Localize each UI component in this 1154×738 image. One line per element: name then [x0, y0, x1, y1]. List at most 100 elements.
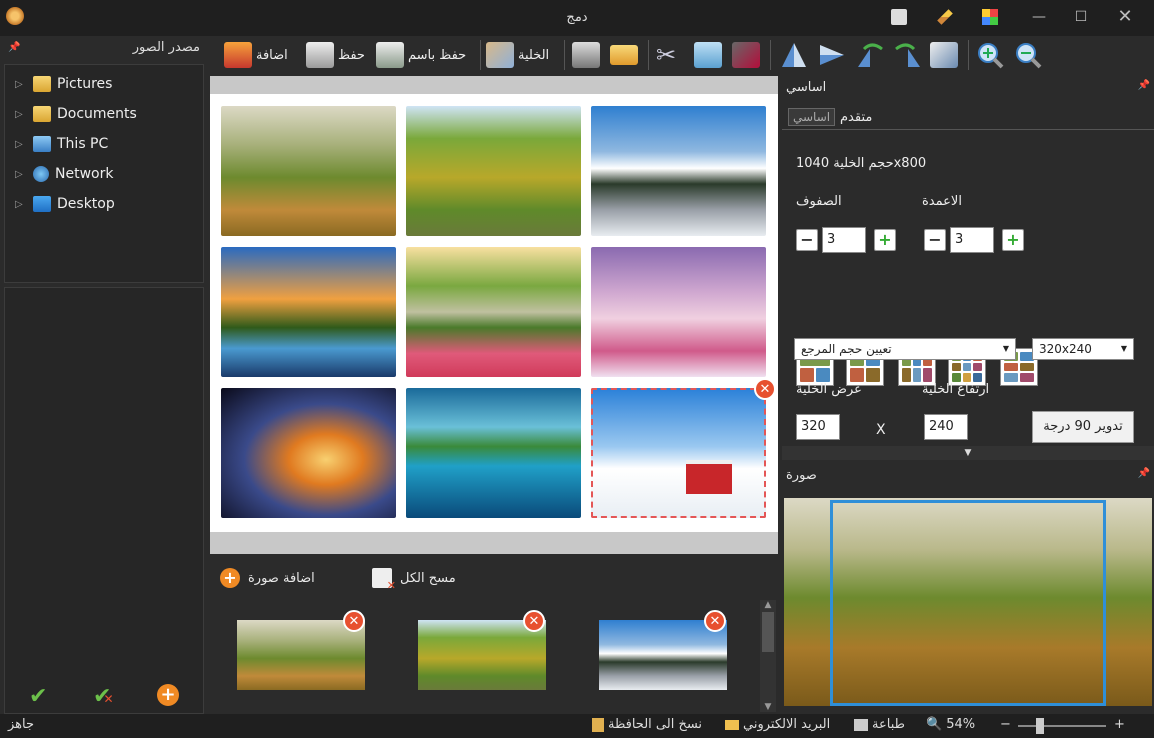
add-button[interactable]: اضافة	[224, 38, 288, 72]
add-button-label: اضافة	[256, 47, 288, 63]
collage-cell[interactable]	[591, 106, 766, 236]
save-button[interactable]: حفظ	[306, 38, 365, 72]
crop-button[interactable]	[732, 38, 760, 72]
rows-increase-button[interactable]: +	[874, 229, 896, 251]
rotate-right-button[interactable]	[892, 38, 922, 72]
rotate-right-icon	[895, 43, 920, 67]
tree-item-network[interactable]: ▷ Network	[5, 159, 203, 189]
file-list-panel: ✔ ✔✕ +	[4, 287, 204, 714]
collage-cell[interactable]	[591, 247, 766, 377]
status-ready: جاهز	[8, 717, 35, 732]
size-preset-select[interactable]: 320x240 ▼	[1032, 338, 1134, 360]
maximize-button[interactable]: ☐	[1066, 6, 1096, 28]
zoom-slider-track[interactable]	[1018, 718, 1106, 734]
scroll-down-icon[interactable]: ▼	[760, 702, 776, 712]
remove-cell-icon[interactable]: ✕	[754, 378, 776, 400]
zoom-in-plus[interactable]: +	[1114, 717, 1125, 732]
cell-height-input[interactable]: 240	[924, 414, 968, 440]
zoom-in-button[interactable]	[976, 38, 1004, 72]
tree-item-label: This PC	[57, 136, 109, 152]
tree-item-documents[interactable]: ▷ Documents	[5, 99, 203, 129]
collage-cell[interactable]	[221, 106, 396, 236]
barn-shape	[686, 460, 732, 494]
desktop-icon	[33, 196, 51, 212]
cell-width-input[interactable]: 320	[796, 414, 840, 440]
toolbar-separator	[648, 40, 649, 70]
rotate-left-button[interactable]	[856, 38, 886, 72]
crop-selection-box[interactable]	[830, 500, 1106, 706]
cols-increase-button[interactable]: +	[1002, 229, 1024, 251]
tree-item-pictures[interactable]: ▷ Pictures	[5, 69, 203, 99]
rows-input[interactable]: 3	[822, 227, 866, 253]
remove-thumbnail-icon[interactable]: ✕	[523, 610, 545, 632]
email-button[interactable]	[610, 38, 638, 72]
cols-input[interactable]: 3	[950, 227, 994, 253]
add-circle-icon[interactable]: +	[157, 684, 179, 706]
remove-thumbnail-icon[interactable]: ✕	[704, 610, 726, 632]
email-status-button[interactable]: البريد الالكتروني	[725, 717, 830, 732]
cols-label: الاعمدة	[922, 194, 962, 209]
pin-icon[interactable]: 📌	[8, 36, 20, 60]
cols-decrease-button[interactable]: −	[924, 229, 946, 251]
copy-button[interactable]	[694, 38, 722, 72]
cut-button[interactable]: ✂	[656, 38, 676, 72]
selected-collage-cell[interactable]	[591, 388, 766, 518]
toolbar-separator	[480, 40, 481, 70]
clear-all-button[interactable]: ✕ مسح الكل	[372, 568, 456, 592]
pin-icon[interactable]: 📌	[1138, 80, 1150, 100]
strip-thumbnail[interactable]	[599, 620, 727, 690]
expand-arrow-icon[interactable]: ▷	[15, 79, 29, 90]
section-title: اساسي	[786, 80, 827, 95]
scroll-up-icon[interactable]: ▲	[760, 600, 776, 610]
rotate-90-button[interactable]: تدوير 90 درجة	[1032, 411, 1134, 443]
tree-item-desktop[interactable]: ▷ Desktop	[5, 189, 203, 219]
scroll-thumb[interactable]	[762, 612, 774, 652]
strip-scrollbar[interactable]: ▲ ▼	[760, 600, 776, 712]
document-icon[interactable]	[891, 9, 907, 25]
save-button-label: حفظ	[338, 47, 365, 63]
rows-decrease-button[interactable]: −	[796, 229, 818, 251]
tree-item-this-pc[interactable]: ▷ This PC	[5, 129, 203, 159]
check-icon[interactable]: ✔	[29, 684, 47, 709]
expand-arrow-icon[interactable]: ▷	[15, 139, 29, 150]
close-button[interactable]: ✕	[1110, 6, 1140, 28]
tab-advanced[interactable]: متقدم	[840, 110, 872, 125]
tab-basic[interactable]: اساسي	[788, 108, 836, 126]
expand-arrow-icon[interactable]: ▷	[15, 169, 29, 180]
collage-cell[interactable]	[221, 388, 396, 518]
strip-thumbnail[interactable]	[237, 620, 365, 690]
cell-width-label: عرض الخلية	[796, 382, 862, 397]
copy-to-clipboard-button[interactable]: نسخ الى الحافظة	[592, 717, 702, 732]
paint-button[interactable]	[930, 38, 958, 72]
color-palette-icon[interactable]	[982, 9, 998, 25]
collage-cell[interactable]	[406, 388, 581, 518]
minimize-button[interactable]: —	[1024, 6, 1054, 28]
check-cross-icon[interactable]: ✔✕	[93, 684, 114, 709]
image-preview[interactable]	[784, 498, 1152, 706]
print-button[interactable]	[572, 38, 600, 72]
collapse-section-button[interactable]: ▼	[782, 446, 1154, 460]
collage-canvas[interactable]: ✕	[210, 94, 778, 532]
collage-cell[interactable]	[406, 247, 581, 377]
flip-vertical-button[interactable]	[818, 38, 846, 72]
expand-arrow-icon[interactable]: ▷	[15, 199, 29, 210]
collage-cell[interactable]	[221, 247, 396, 377]
add-image-button[interactable]: + اضافة صورة	[220, 568, 315, 588]
strip-thumbnail[interactable]	[418, 620, 546, 690]
envelope-icon	[610, 45, 638, 65]
print-status-button[interactable]: طباعة	[854, 717, 905, 732]
scissors-icon: ✂	[656, 41, 677, 69]
collage-cell[interactable]	[406, 106, 581, 236]
flip-horizontal-button[interactable]	[780, 38, 808, 72]
remove-thumbnail-icon[interactable]: ✕	[343, 610, 365, 632]
zoom-out-button[interactable]	[1014, 38, 1042, 72]
properties-panel: اساسي 📌 اساسي متقدم حجم الخلية 1040x800 …	[782, 76, 1154, 714]
zoom-slider-thumb[interactable]	[1036, 718, 1044, 734]
save-as-button[interactable]: حفظ باسم	[376, 38, 466, 72]
zoom-out-minus[interactable]: −	[1000, 717, 1011, 732]
expand-arrow-icon[interactable]: ▷	[15, 109, 29, 120]
cell-button[interactable]: الخلية	[486, 38, 549, 72]
pin-icon[interactable]: 📌	[1138, 468, 1150, 488]
clipboard-icon	[592, 717, 604, 732]
reference-size-select[interactable]: تعيين حجم المرجع ▼	[794, 338, 1016, 360]
